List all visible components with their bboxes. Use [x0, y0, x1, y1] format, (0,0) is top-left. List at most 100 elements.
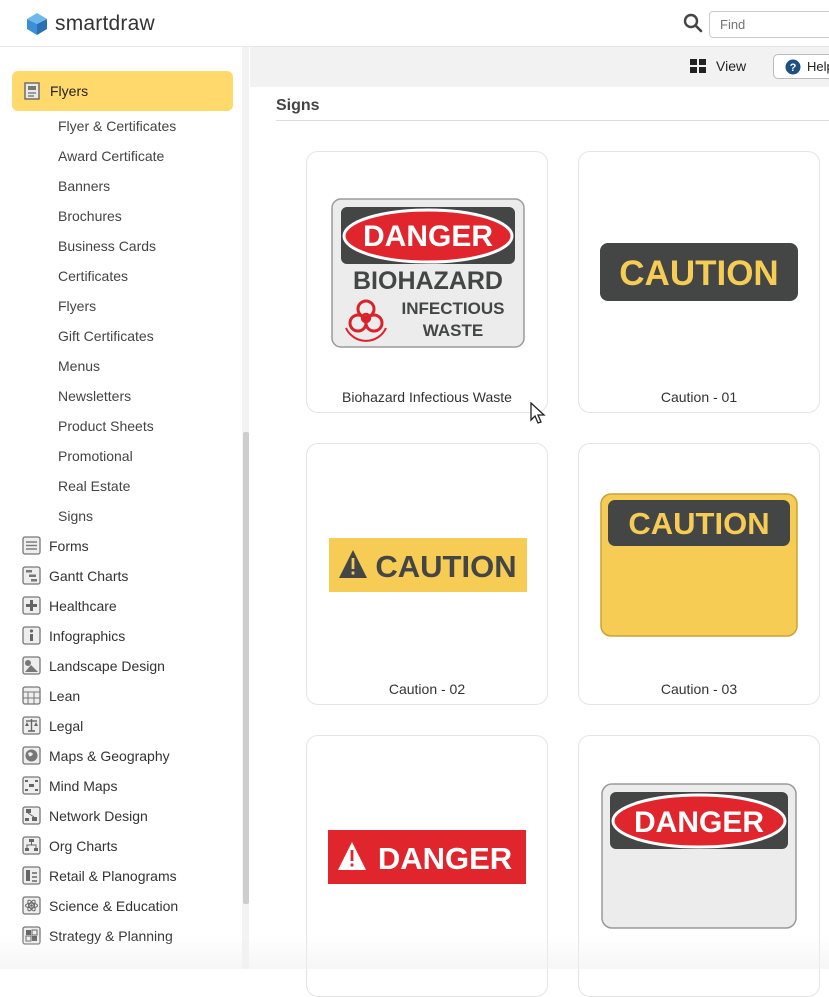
- caution-sign-thumbnail: CAUTION: [600, 493, 798, 637]
- legal-icon: [22, 716, 41, 735]
- sidebar-subitem-banners[interactable]: Banners: [58, 178, 110, 194]
- sidebar-subitem-real-estate[interactable]: Real Estate: [58, 478, 130, 494]
- sidebar-subitem-newsletters[interactable]: Newsletters: [58, 388, 131, 404]
- retail-icon: [22, 866, 41, 885]
- flyer-icon: [24, 82, 40, 100]
- network-icon: [22, 806, 41, 825]
- template-card-danger-01[interactable]: DANGER: [306, 735, 548, 997]
- search-input[interactable]: [709, 11, 829, 38]
- orgchart-icon: [22, 836, 41, 855]
- sidebar-subitem-product-sheets[interactable]: Product Sheets: [58, 418, 154, 434]
- sidebar-subitem-promotional[interactable]: Promotional: [58, 448, 133, 464]
- sign-text: CAUTION: [628, 506, 769, 541]
- sidebar-subitem-brochures[interactable]: Brochures: [58, 208, 122, 224]
- caution-sign-thumbnail: CAUTION: [600, 243, 798, 301]
- sidebar-item-label: Network Design: [49, 807, 148, 824]
- sign-line3-text: WASTE: [423, 321, 483, 340]
- card-caption: Biohazard Infectious Waste: [342, 389, 512, 405]
- sidebar: [0, 47, 249, 969]
- info-icon: [22, 626, 41, 645]
- sidebar-item-forms[interactable]: Forms: [22, 536, 89, 555]
- sidebar-item-healthcare[interactable]: Healthcare: [22, 596, 117, 615]
- template-card-caution-03[interactable]: CAUTION Caution - 03: [578, 443, 820, 705]
- search-icon[interactable]: [683, 13, 703, 33]
- sidebar-item-label: Maps & Geography: [49, 747, 170, 764]
- card-caption: Caution - 03: [660, 681, 738, 697]
- sidebar-subitem-menus[interactable]: Menus: [58, 358, 100, 374]
- lean-icon: [22, 686, 41, 705]
- mindmap-icon: [22, 776, 41, 795]
- template-card-caution-01[interactable]: CAUTION Caution - 01: [578, 151, 820, 413]
- sidebar-item-infographics[interactable]: Infographics: [22, 626, 125, 645]
- sidebar-item-retail-planograms[interactable]: Retail & Planograms: [22, 866, 177, 885]
- sidebar-item-label: Lean: [49, 687, 81, 704]
- logo-text: smartdraw: [55, 12, 155, 35]
- sidebar-item-label: Forms: [49, 537, 89, 554]
- template-card-danger-02[interactable]: DANGER: [578, 735, 820, 997]
- sign-text: CAUTION: [375, 549, 516, 584]
- sidebar-subitem-flyers[interactable]: Flyers: [58, 298, 96, 314]
- sidebar-item-org-charts[interactable]: Org Charts: [22, 836, 117, 855]
- sign-text: DANGER: [378, 841, 512, 876]
- grid-view-icon: [690, 59, 706, 73]
- sidebar-item-label: Retail & Planograms: [49, 867, 177, 884]
- sidebar-item-flyers[interactable]: Flyers: [12, 71, 233, 111]
- sign-top-text: DANGER: [363, 220, 493, 253]
- biohazard-sign-thumbnail: DANGER BIOHAZARD INFECTIOUS WASTE: [331, 198, 525, 348]
- sidebar-item-label: Strategy & Planning: [49, 927, 173, 944]
- sidebar-subitem-flyer-certificates[interactable]: Flyer & Certificates: [58, 118, 176, 134]
- sidebar-item-network-design[interactable]: Network Design: [22, 806, 148, 825]
- view-button[interactable]: View: [690, 58, 746, 74]
- section-title: Signs: [276, 97, 320, 114]
- globe-icon: [22, 746, 41, 765]
- sidebar-item-label: Legal: [49, 717, 84, 734]
- sign-text: CAUTION: [619, 254, 778, 293]
- danger-sign-thumbnail: DANGER: [601, 783, 797, 929]
- sidebar-item-label: Landscape Design: [49, 657, 165, 674]
- sidebar-subitem-gift-certificates[interactable]: Gift Certificates: [58, 328, 154, 344]
- gantt-icon: [22, 566, 41, 585]
- sidebar-item-label: Healthcare: [49, 597, 117, 614]
- healthcare-icon: [22, 596, 41, 615]
- sidebar-item-science-education[interactable]: Science & Education: [22, 896, 178, 915]
- help-icon: ?: [785, 59, 801, 74]
- sidebar-item-legal[interactable]: Legal: [22, 716, 83, 735]
- sidebar-item-label: Gantt Charts: [49, 567, 129, 584]
- sidebar-item-label: Flyers: [50, 83, 89, 99]
- smartdraw-logo[interactable]: smartdraw: [25, 12, 155, 36]
- help-button[interactable]: ? Help: [773, 54, 829, 79]
- atom-icon: [22, 896, 41, 915]
- sidebar-subitem-signs[interactable]: Signs: [58, 508, 93, 524]
- sidebar-item-strategy-planning[interactable]: Strategy & Planning: [22, 926, 173, 945]
- sidebar-subitem-certificates[interactable]: Certificates: [58, 268, 128, 284]
- sign-text: DANGER: [634, 806, 764, 839]
- view-button-label: View: [716, 58, 747, 74]
- section-divider: [276, 120, 829, 121]
- template-card-caution-02[interactable]: CAUTION Caution - 02: [306, 443, 548, 705]
- sidebar-item-label: Science & Education: [49, 897, 179, 914]
- sidebar-subitem-business-cards[interactable]: Business Cards: [58, 238, 156, 254]
- help-button-label: Help: [807, 59, 829, 74]
- template-card-biohazard[interactable]: DANGER BIOHAZARD INFECTIOUS WASTE Biohaz…: [306, 151, 548, 413]
- forms-icon: [22, 536, 41, 555]
- sidebar-item-landscape-design[interactable]: Landscape Design: [22, 656, 165, 675]
- app-header: smartdraw: [0, 0, 829, 47]
- sidebar-item-gantt-charts[interactable]: Gantt Charts: [22, 566, 128, 585]
- sign-line2-text: INFECTIOUS: [402, 299, 505, 318]
- smartdraw-logo-icon: [27, 13, 47, 35]
- sidebar-item-maps-geography[interactable]: Maps & Geography: [22, 746, 170, 765]
- sidebar-subitem-award-certificate[interactable]: Award Certificate: [58, 148, 164, 164]
- svg-text:?: ?: [790, 62, 797, 74]
- landscape-icon: [22, 656, 41, 675]
- sidebar-item-label: Mind Maps: [49, 777, 118, 794]
- sidebar-item-mind-maps[interactable]: Mind Maps: [22, 776, 117, 795]
- sidebar-item-lean[interactable]: Lean: [22, 686, 80, 705]
- sidebar-item-label: Infographics: [49, 627, 126, 644]
- sign-line1-text: BIOHAZARD: [353, 267, 503, 295]
- sidebar-scrollbar-thumb[interactable]: [243, 432, 249, 904]
- sidebar-item-label: Org Charts: [49, 837, 118, 854]
- strategy-icon: [22, 926, 41, 945]
- card-caption: Caution - 01: [660, 389, 738, 405]
- card-caption: Caution - 02: [388, 681, 466, 697]
- caution-sign-thumbnail: CAUTION: [329, 538, 527, 592]
